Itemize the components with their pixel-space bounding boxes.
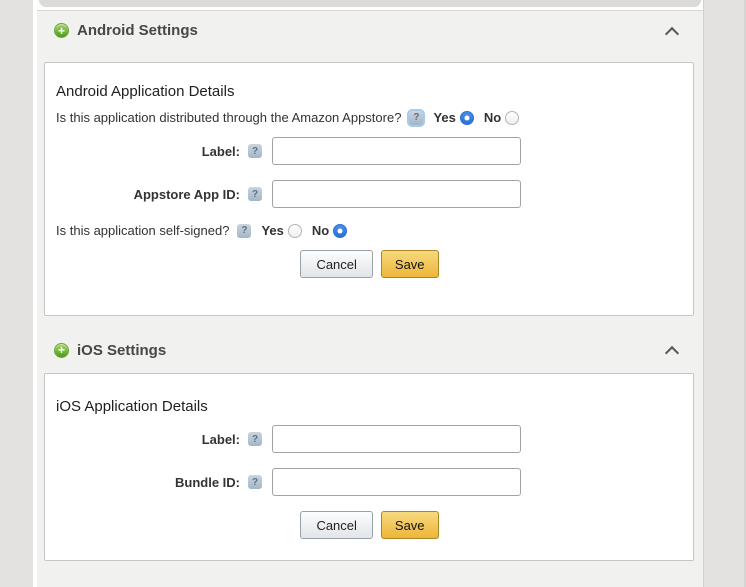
self-signed-no-radio[interactable]: [333, 224, 347, 238]
appstore-app-id-row: Appstore App ID: ?: [56, 180, 683, 208]
help-icon[interactable]: ?: [248, 475, 262, 489]
add-circle-icon: +: [54, 23, 69, 38]
appstore-no-radio[interactable]: [505, 111, 519, 125]
help-icon[interactable]: ?: [248, 144, 262, 158]
help-icon[interactable]: ?: [409, 111, 423, 125]
save-button[interactable]: Save: [381, 250, 439, 278]
ios-label-field-label: Label:: [56, 425, 240, 447]
yes-label: Yes: [433, 110, 455, 125]
label-field-label: Label:: [56, 137, 240, 159]
bundle-id-row: Bundle ID: ?: [56, 468, 683, 496]
ios-label-field-row: Label: ?: [56, 425, 683, 453]
cancel-button[interactable]: Cancel: [300, 511, 372, 539]
ios-settings-title: iOS Settings: [77, 342, 166, 359]
android-card-heading: Android Application Details: [56, 83, 683, 100]
self-signed-yes-radio[interactable]: [288, 224, 302, 238]
previous-section-bar: [39, 0, 701, 7]
amazon-appstore-question: Is this application distributed through …: [56, 110, 401, 125]
add-circle-icon: +: [54, 343, 69, 358]
appstore-app-id-input[interactable]: [272, 180, 521, 208]
settings-panel: + Android Settings Android Application D…: [37, 0, 703, 587]
android-details-card: Android Application Details Is this appl…: [44, 62, 694, 316]
appstore-app-id-label: Appstore App ID:: [56, 180, 240, 202]
help-icon[interactable]: ?: [237, 224, 251, 238]
android-settings-header[interactable]: + Android Settings: [37, 10, 703, 50]
appstore-yes-radio[interactable]: [460, 111, 474, 125]
self-signed-question: Is this application self-signed?: [56, 223, 229, 238]
no-label: No: [312, 223, 329, 238]
android-button-row: Cancel Save: [56, 250, 683, 278]
bundle-id-input[interactable]: [272, 468, 521, 496]
ios-details-card: iOS Application Details Label: ? Bundle …: [44, 373, 694, 561]
android-settings-title: Android Settings: [77, 22, 198, 39]
ios-card-heading: iOS Application Details: [56, 398, 683, 415]
no-label: No: [484, 110, 501, 125]
help-icon[interactable]: ?: [248, 432, 262, 446]
ios-settings-header[interactable]: + iOS Settings: [37, 330, 703, 370]
chevron-up-icon[interactable]: [661, 339, 683, 361]
yes-label: Yes: [261, 223, 283, 238]
cancel-button[interactable]: Cancel: [300, 250, 372, 278]
ios-button-row: Cancel Save: [56, 511, 683, 539]
help-icon[interactable]: ?: [248, 187, 262, 201]
save-button[interactable]: Save: [381, 511, 439, 539]
right-gutter: [703, 0, 746, 587]
amazon-appstore-question-row: Is this application distributed through …: [56, 110, 683, 125]
label-field-row: Label: ?: [56, 137, 683, 165]
ios-label-input[interactable]: [272, 425, 521, 453]
chevron-up-icon[interactable]: [661, 20, 683, 42]
bundle-id-label: Bundle ID:: [56, 468, 240, 490]
self-signed-question-row: Is this application self-signed? ? Yes N…: [56, 223, 683, 238]
android-label-input[interactable]: [272, 137, 521, 165]
settings-page: + Android Settings Android Application D…: [0, 0, 746, 587]
previous-section-edge: [37, 0, 703, 10]
